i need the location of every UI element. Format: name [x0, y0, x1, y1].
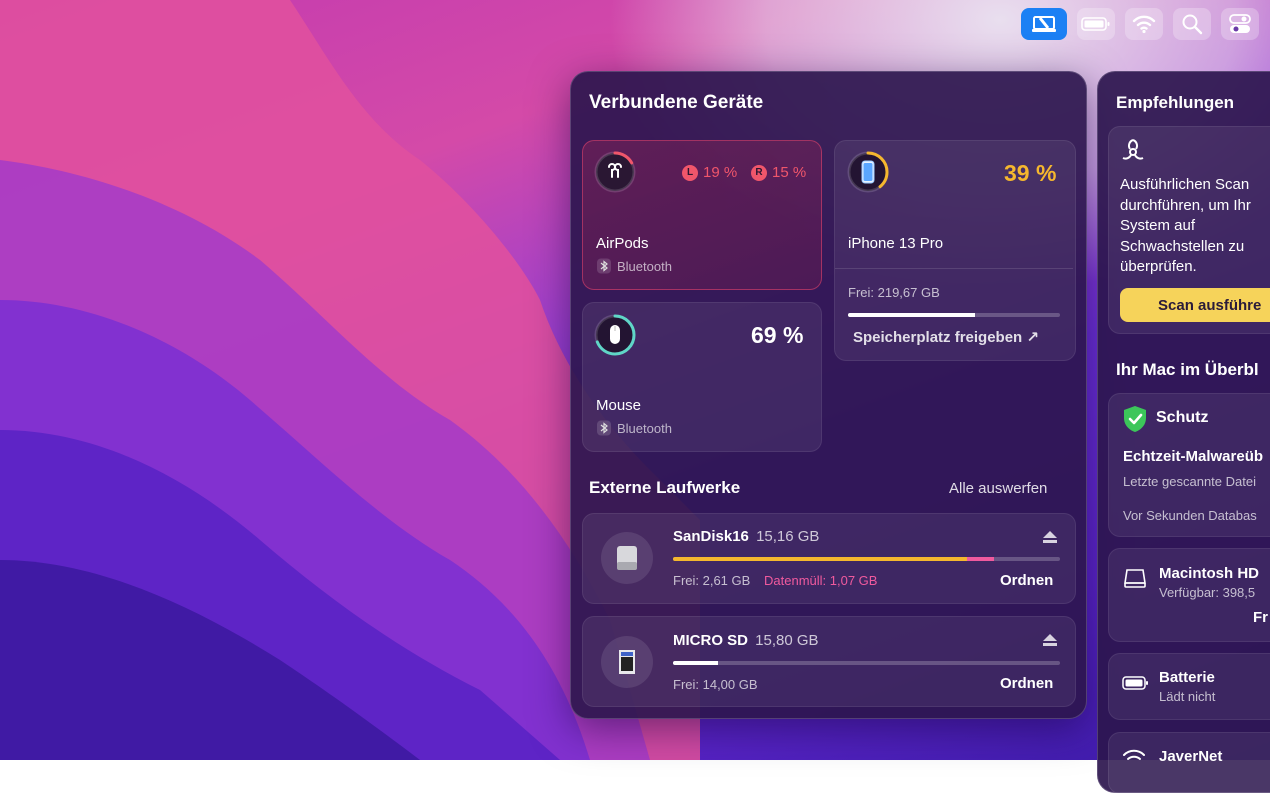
overview-title: Ihr Mac im Überbl	[1116, 360, 1259, 379]
drive-name: MICRO SD	[673, 632, 748, 649]
drive-usage-bar-sandisk	[673, 557, 1060, 561]
right-earbud-percent: 15 %	[772, 164, 807, 181]
iphone-battery-ring	[847, 151, 889, 193]
sd-card-icon	[619, 650, 635, 674]
recommendation-line: System auf	[1120, 217, 1196, 234]
protection-last-scanned: Letzte gescannte Datei	[1123, 474, 1256, 489]
right-earbud-badge: R	[751, 164, 767, 181]
run-scan-button[interactable]: Scan ausführe	[1120, 288, 1270, 322]
biohazard-icon	[1122, 139, 1144, 160]
mouse-battery-ring	[594, 314, 636, 356]
disk-name: Macintosh HD	[1159, 565, 1260, 582]
clean-my-mac-menu-button[interactable]	[1021, 8, 1067, 40]
airpods-connection: Bluetooth	[596, 258, 672, 274]
control-center-menu-button[interactable]	[1221, 8, 1259, 40]
connected-devices-title: Verbundene Geräte	[589, 92, 764, 113]
external-drives-title: Externe Laufwerke	[589, 478, 741, 497]
left-earbud-percent: 19 %	[703, 164, 738, 181]
battery-icon	[1081, 17, 1110, 31]
bluetooth-icon	[597, 258, 611, 274]
airpods-battery-ring	[594, 151, 636, 193]
network-name: JaverNet	[1159, 748, 1223, 765]
wifi-menu-button[interactable]	[1125, 8, 1163, 40]
menu-bar	[1021, 8, 1259, 40]
organize-button-sandisk[interactable]: Ordnen	[1000, 572, 1053, 589]
recommendation-line: Schwachstellen zu	[1120, 237, 1245, 255]
battery-name: Batterie	[1159, 669, 1215, 686]
protection-database: Vor Sekunden Databas	[1123, 508, 1257, 523]
eject-all-button[interactable]: Alle auswerfen	[949, 480, 1047, 497]
organize-button-microsd[interactable]: Ordnen	[1000, 675, 1053, 692]
mouse-battery-percent: 69 %	[751, 322, 804, 348]
drive-title-microsd: MICRO SD 15,80 GB	[673, 632, 819, 649]
usb-drive-icon	[617, 546, 637, 570]
recommendation-line: überprüfen.	[1120, 258, 1197, 275]
battery-menu-button[interactable]	[1077, 8, 1115, 40]
mouse-icon	[610, 325, 620, 344]
drive-free-sandisk: Frei: 2,61 GB	[673, 573, 751, 588]
recommendations-title: Empfehlungen	[1116, 93, 1235, 112]
recommendation-text: Ausführlichen Scan durchführen, um Ihr S…	[1120, 175, 1251, 278]
eject-icon[interactable]	[1042, 530, 1058, 544]
mouse-name: Mouse	[596, 397, 642, 414]
protection-title: Schutz	[1156, 409, 1209, 426]
drive-junk-sandisk: Datenmüll: 1,07 GB	[764, 573, 878, 588]
recommendation-line: Ausführlichen Scan	[1120, 176, 1250, 193]
spotlight-menu-button[interactable]	[1173, 8, 1211, 40]
airpods-connection-label: Bluetooth	[617, 258, 672, 274]
free-up-space-link[interactable]: Speicherplatz freigeben ↗	[853, 328, 1039, 346]
wifi-icon	[1132, 15, 1156, 34]
airpods-right-level: R 15 %	[751, 164, 806, 181]
mouse-connection: Bluetooth	[596, 420, 672, 436]
battery-icon	[1122, 676, 1148, 690]
mouse-connection-label: Bluetooth	[617, 420, 672, 436]
eject-icon[interactable]	[1042, 633, 1058, 647]
left-earbud-badge: L	[682, 164, 698, 181]
drive-title-sandisk: SanDisk16 15,16 GB	[673, 528, 819, 545]
search-icon	[1182, 14, 1203, 35]
iphone-free-space: Frei: 219,67 GB	[848, 285, 940, 300]
drive-size: 15,80 GB	[755, 632, 819, 649]
drive-usage-bar-microsd	[673, 661, 1060, 665]
iphone-storage-bar	[848, 313, 1060, 317]
clean-my-mac-icon	[1032, 16, 1056, 32]
drive-size: 15,16 GB	[756, 528, 820, 545]
battery-status: Lädt nicht	[1159, 689, 1216, 704]
disk-action[interactable]: Fr	[1253, 609, 1268, 626]
drive-free-microsd: Frei: 14,00 GB	[673, 677, 758, 692]
airpods-name: AirPods	[596, 235, 649, 252]
recommendation-line: durchführen, um Ihr	[1120, 196, 1251, 214]
hard-drive-icon	[1124, 569, 1146, 588]
iphone-name: iPhone 13 Pro	[848, 235, 944, 252]
iphone-battery-percent: 39 %	[1004, 160, 1057, 186]
shield-check-icon	[1124, 406, 1146, 432]
drive-name: SanDisk16	[673, 528, 749, 545]
protection-subtitle: Echtzeit-Malwareüb	[1123, 448, 1264, 465]
control-center-icon	[1229, 14, 1251, 33]
iphone-icon	[861, 160, 875, 184]
airpods-left-level: L 19 %	[682, 164, 737, 181]
disk-available: Verfügbar: 398,5	[1159, 585, 1256, 600]
bluetooth-icon	[597, 420, 611, 436]
iphone-card-divider	[835, 268, 1073, 269]
drive-icon-wrap	[601, 532, 653, 584]
drive-icon-wrap	[601, 636, 653, 688]
